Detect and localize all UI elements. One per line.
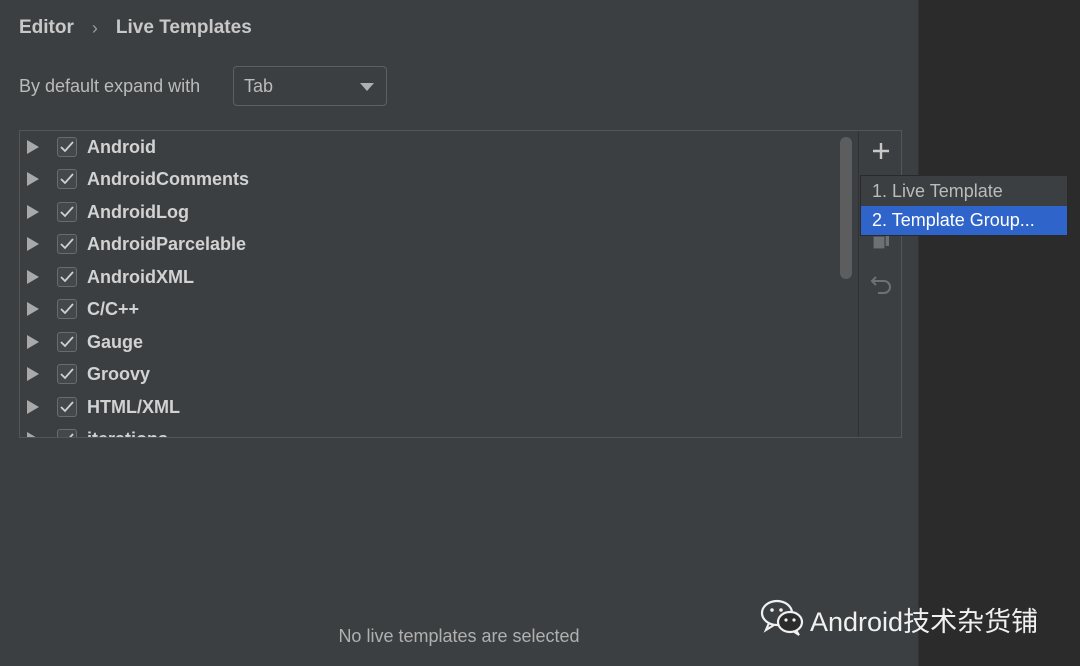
templates-list: Android AndroidComments AndroidLog Andro… [20,131,858,437]
menu-item-template-group[interactable]: 2. Template Group... [861,206,1067,235]
expand-arrow-icon[interactable] [27,172,39,186]
checkbox[interactable] [57,202,77,222]
breadcrumb-current: Live Templates [115,17,252,38]
breadcrumb-parent[interactable]: Editor [19,17,74,39]
template-group-row[interactable]: Groovy [20,358,840,390]
checkbox[interactable] [57,429,77,437]
revert-button[interactable] [865,270,897,302]
template-group-label: AndroidXML [87,266,194,287]
template-group-label: C/C++ [87,298,140,319]
settings-panel: Editor › Live Templates By default expan… [0,0,919,666]
expand-arrow-icon[interactable] [27,400,39,414]
template-group-label: AndroidLog [87,201,189,222]
template-group-label: AndroidComments [87,168,249,189]
expand-with-select[interactable]: Tab [233,66,387,106]
checkbox[interactable] [57,364,77,384]
add-popup-menu: 1. Live Template 2. Template Group... [860,175,1068,236]
template-group-row[interactable]: iterations [20,423,840,437]
expand-arrow-icon[interactable] [27,270,39,284]
undo-icon [870,274,892,299]
add-button[interactable] [865,137,897,169]
template-group-row[interactable]: C/C++ [20,293,840,325]
template-group-row[interactable]: AndroidComments [20,163,840,195]
expand-arrow-icon[interactable] [27,302,39,316]
checkbox[interactable] [57,267,77,287]
template-group-row[interactable]: HTML/XML [20,391,840,423]
checkbox[interactable] [57,169,77,189]
watermark: Android技术杂货铺 [760,598,1038,641]
template-group-label: HTML/XML [87,396,180,417]
expand-arrow-icon[interactable] [27,367,39,381]
template-group-row[interactable]: AndroidXML [20,261,840,293]
expand-arrow-icon[interactable] [27,205,39,219]
template-group-label: Gauge [87,331,144,352]
breadcrumb-separator: › [91,17,98,38]
checkbox[interactable] [57,332,77,352]
template-group-label: iterations [87,429,168,438]
template-group-row[interactable]: Gauge [20,326,840,358]
plus-icon [872,142,890,165]
expand-arrow-icon[interactable] [27,335,39,349]
checkbox[interactable] [57,397,77,417]
wechat-icon [760,598,804,641]
expand-arrow-icon[interactable] [27,140,39,154]
expand-arrow-icon[interactable] [27,237,39,251]
vertical-scrollbar[interactable] [840,137,852,279]
watermark-text: Android技术杂货铺 [810,607,1039,637]
template-group-label: Android [87,136,156,157]
template-group-label: Groovy [87,363,151,384]
template-group-row[interactable]: Android [20,131,840,163]
template-group-row[interactable]: AndroidParcelable [20,228,840,260]
template-group-row[interactable]: AndroidLog [20,196,840,228]
chevron-down-icon [360,83,374,91]
breadcrumb: Editor › Live Templates [19,14,252,42]
checkbox[interactable] [57,299,77,319]
checkbox[interactable] [57,234,77,254]
menu-item-live-template[interactable]: 1. Live Template [861,177,1067,206]
checkbox[interactable] [57,137,77,157]
template-group-label: AndroidParcelable [87,233,247,254]
expand-arrow-icon[interactable] [27,432,39,437]
expand-with-value: Tab [244,75,274,96]
templates-tree: Android AndroidComments AndroidLog Andro… [19,130,902,438]
expand-with-label: By default expand with [19,76,201,96]
